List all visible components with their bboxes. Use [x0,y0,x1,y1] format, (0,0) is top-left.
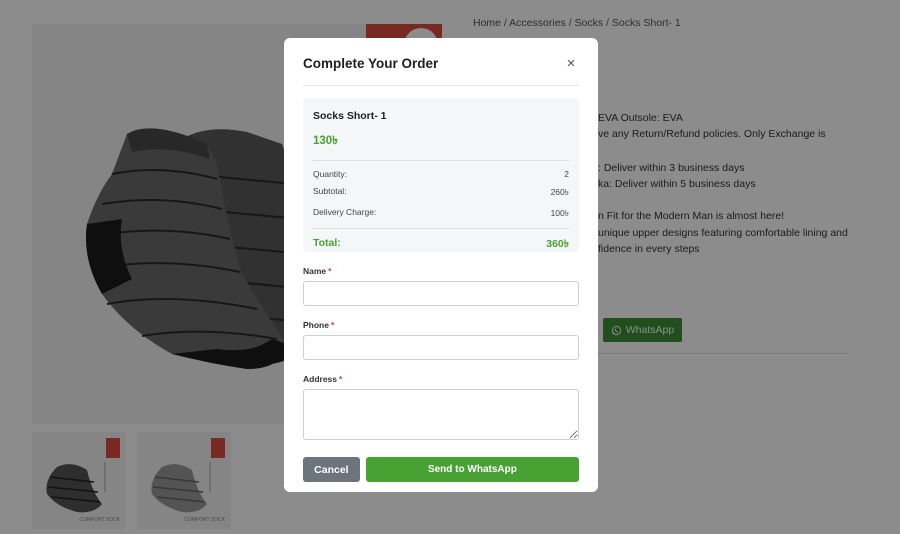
modal-actions: Cancel Send to WhatsApp [303,457,579,482]
name-label-text: Name [303,266,327,276]
cancel-button[interactable]: Cancel [303,457,360,482]
send-to-whatsapp-button[interactable]: Send to WhatsApp [365,457,579,482]
modal-header: Complete Your Order × [303,38,579,86]
phone-input[interactable] [303,335,579,360]
subtotal-row: Subtotal: 260৳ [313,186,569,200]
subtotal-label: Subtotal: [313,186,347,196]
total-divider [313,228,569,229]
name-input[interactable] [303,281,579,306]
address-label: Address * [303,374,579,384]
required-mark: * [339,374,343,384]
quantity-value: 2 [564,169,569,179]
product-name: Socks Short- 1 [313,110,387,122]
order-summary: Socks Short- 1 130৳ Quantity: 2 Subtotal… [303,98,579,252]
phone-label-text: Phone [303,320,329,330]
address-label-text: Address [303,374,338,384]
total-row: Total: 360৳ [313,237,569,254]
summary-divider [313,160,569,161]
quantity-label: Quantity: [313,169,348,179]
quantity-row: Quantity: 2 [313,169,569,179]
delivery-charge-value: 100৳ [550,208,569,218]
address-textarea[interactable] [303,389,579,440]
required-mark: * [328,266,332,276]
total-value: 360৳ [546,238,569,250]
delivery-charge-label: Delivery Charge: [313,207,377,217]
product-price: 130৳ [313,135,338,147]
name-label: Name * [303,266,579,276]
total-label: Total: [313,237,341,249]
phone-label: Phone * [303,320,579,330]
delivery-charge-row: Delivery Charge: 100৳ [313,207,569,221]
modal-title: Complete Your Order [303,56,439,71]
required-mark: * [330,320,335,330]
subtotal-value: 260৳ [550,187,569,197]
order-modal: Complete Your Order × Socks Short- 1 130… [284,38,598,492]
close-icon[interactable]: × [563,55,579,72]
